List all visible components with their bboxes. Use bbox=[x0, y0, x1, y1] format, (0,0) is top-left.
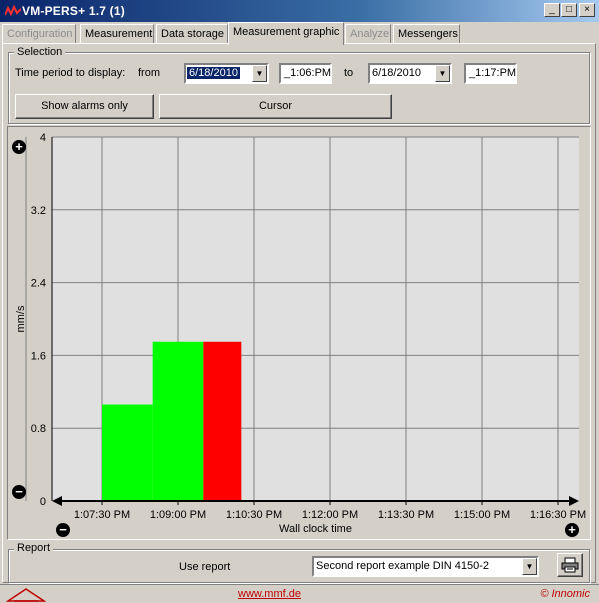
x-tick-label: 1:13:30 PM bbox=[378, 509, 434, 521]
chevron-down-icon[interactable]: ▼ bbox=[435, 65, 450, 82]
zoom-out-x-icon[interactable]: − bbox=[56, 523, 70, 537]
to-date-value: 6/18/2010 bbox=[372, 67, 421, 79]
tab-data-storage[interactable]: Data storage bbox=[156, 24, 228, 44]
y-tick-label: 0.8 bbox=[31, 423, 46, 435]
mmf-logo-icon bbox=[6, 588, 46, 602]
use-report-label: Use report bbox=[179, 561, 231, 573]
zoom-in-y-icon[interactable]: + bbox=[12, 140, 26, 154]
maximize-button[interactable]: □ bbox=[561, 3, 577, 17]
x-axis-label: Wall clock time bbox=[279, 523, 352, 535]
time-period-label: Time period to display: bbox=[15, 67, 126, 79]
y-tick-label: 4 bbox=[40, 132, 46, 144]
x-axis-ticks: 1:07:30 PM 1:09:00 PM 1:10:30 PM 1:12:00 PM… bbox=[74, 501, 586, 521]
x-tick-label: 1:16:30 PM bbox=[530, 509, 586, 521]
from-time-input[interactable]: _1:06:PM bbox=[279, 63, 332, 84]
close-button[interactable]: × bbox=[579, 3, 595, 17]
status-bar: www.mmf.de © Innomic bbox=[0, 584, 599, 603]
y-tick-label: 1.6 bbox=[31, 350, 46, 362]
x-tick-label: 1:15:00 PM bbox=[454, 509, 510, 521]
x-tick-label: 1:12:00 PM bbox=[302, 509, 358, 521]
x-tick-label: 1:10:30 PM bbox=[226, 509, 282, 521]
cursor-button[interactable]: Cursor bbox=[159, 94, 392, 119]
tab-messengers[interactable]: Messengers bbox=[393, 24, 460, 44]
zoom-out-y-icon[interactable]: − bbox=[12, 485, 26, 499]
bar bbox=[152, 341, 204, 501]
minimize-button[interactable]: _ bbox=[544, 3, 560, 17]
to-time-value: _1:17:PM bbox=[469, 67, 517, 79]
report-select[interactable]: Second report example DIN 4150-2 ▼ bbox=[312, 556, 539, 577]
zoom-in-x-icon[interactable]: + bbox=[565, 523, 579, 537]
tab-analyze[interactable]: Analyze bbox=[345, 24, 391, 44]
from-date-value: 6/18/2010 bbox=[187, 67, 240, 79]
chart-canvas[interactable]: 0 0.8 1.6 2.4 3.2 4 1:07:30 PM 1:09:00 PM 1:10:… bbox=[8, 127, 592, 541]
print-button[interactable] bbox=[557, 553, 583, 577]
tab-configuration[interactable]: Configuration bbox=[2, 24, 76, 44]
from-date-picker[interactable]: 6/18/2010 ▼ bbox=[184, 63, 269, 84]
to-time-input[interactable]: _1:17:PM bbox=[464, 63, 517, 84]
y-tick-label: 2.4 bbox=[31, 278, 46, 290]
printer-icon bbox=[561, 557, 579, 573]
y-tick-label: 3.2 bbox=[31, 205, 46, 217]
from-label: from bbox=[138, 67, 160, 79]
chevron-down-icon[interactable]: ▼ bbox=[252, 65, 267, 82]
y-axis-label: mm/s bbox=[15, 305, 27, 332]
title-bar[interactable]: VM-PERS+ 1.7 (1) _ □ × bbox=[0, 0, 599, 22]
to-date-picker[interactable]: 6/18/2010 ▼ bbox=[368, 63, 452, 84]
tab-measurement[interactable]: Measurement bbox=[80, 24, 154, 44]
app-logo-icon bbox=[5, 5, 21, 17]
bar bbox=[203, 341, 242, 501]
window-title: VM-PERS+ 1.7 (1) bbox=[22, 4, 125, 18]
bar bbox=[102, 404, 153, 501]
chevron-down-icon[interactable]: ▼ bbox=[522, 558, 537, 575]
x-tick-label: 1:09:00 PM bbox=[150, 509, 206, 521]
show-alarms-only-button[interactable]: Show alarms only bbox=[15, 94, 154, 119]
copyright-text: © Innomic bbox=[540, 588, 590, 600]
from-time-value: _1:06:PM bbox=[284, 67, 332, 79]
website-link[interactable]: www.mmf.de bbox=[238, 588, 301, 600]
y-axis-ticks: 0 0.8 1.6 2.4 3.2 4 bbox=[31, 132, 46, 508]
tab-measurement-graphic[interactable]: Measurement graphic bbox=[228, 22, 344, 45]
x-tick-label: 1:07:30 PM bbox=[74, 509, 130, 521]
report-group-label: Report bbox=[14, 542, 54, 554]
report-select-value: Second report example DIN 4150-2 bbox=[316, 560, 490, 572]
y-tick-label: 0 bbox=[40, 496, 46, 508]
to-label: to bbox=[344, 67, 354, 79]
selection-group-label: Selection bbox=[14, 46, 66, 58]
measurement-chart[interactable]: 0 0.8 1.6 2.4 3.2 4 1:07:30 PM 1:09:00 PM 1:10:… bbox=[7, 126, 591, 540]
